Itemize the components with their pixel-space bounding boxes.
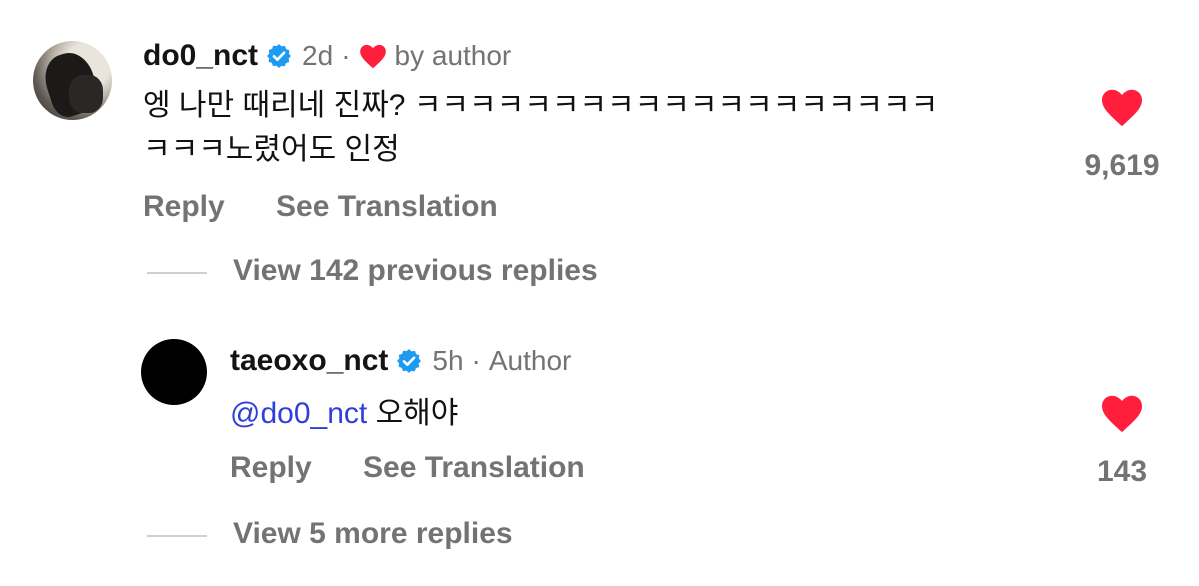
reply-username[interactable]: taeoxo_nct <box>230 344 388 378</box>
mention-link[interactable]: @do0_nct <box>230 397 367 430</box>
view-previous-replies-button[interactable]: View 142 previous replies <box>233 254 598 288</box>
reply-time: 5h <box>432 345 464 376</box>
avatar-figure-shadow <box>69 75 103 113</box>
view-more-replies-button[interactable]: View 5 more replies <box>233 517 513 551</box>
comment-like-count: 9,619 <box>1084 149 1160 182</box>
reply-button[interactable]: Reply <box>230 451 312 485</box>
meta-separator: · <box>471 345 481 376</box>
comment-header: do0_nct 2d · by author <box>143 37 511 75</box>
replies-divider <box>147 272 207 274</box>
replies-divider <box>147 535 207 537</box>
verified-badge-icon <box>397 349 422 373</box>
author-label: Author <box>488 345 572 376</box>
see-translation-button[interactable]: See Translation <box>363 451 585 485</box>
reply-avatar[interactable] <box>141 339 207 405</box>
like-heart-icon[interactable] <box>1100 393 1144 433</box>
comment-text-line1: 엥 나만 때리네 진짜? ㅋㅋㅋㅋㅋㅋㅋㅋㅋㅋㅋㅋㅋㅋㅋㅋㅋㅋㅋ <box>143 89 939 122</box>
reply-like-count: 143 <box>1096 455 1148 488</box>
meta-separator: · <box>341 40 351 71</box>
heart-icon <box>359 44 386 69</box>
like-heart-icon[interactable] <box>1100 87 1144 127</box>
comment-text-line2: ㅋㅋㅋ노렸어도 인정 <box>143 133 400 166</box>
reply-button[interactable]: Reply <box>143 190 225 224</box>
reply-header: taeoxo_nct 5h · Author <box>230 342 571 380</box>
verified-badge-icon <box>267 44 291 68</box>
comment-time: 2d <box>302 40 334 71</box>
comment-username[interactable]: do0_nct <box>143 39 258 73</box>
commenter-avatar[interactable] <box>33 41 112 120</box>
reply-message: 오해야 <box>375 397 459 430</box>
see-translation-button[interactable]: See Translation <box>276 190 498 224</box>
liked-by-author-label: by author <box>394 40 512 71</box>
reply-text: @do0_nct 오해야 <box>230 392 458 435</box>
